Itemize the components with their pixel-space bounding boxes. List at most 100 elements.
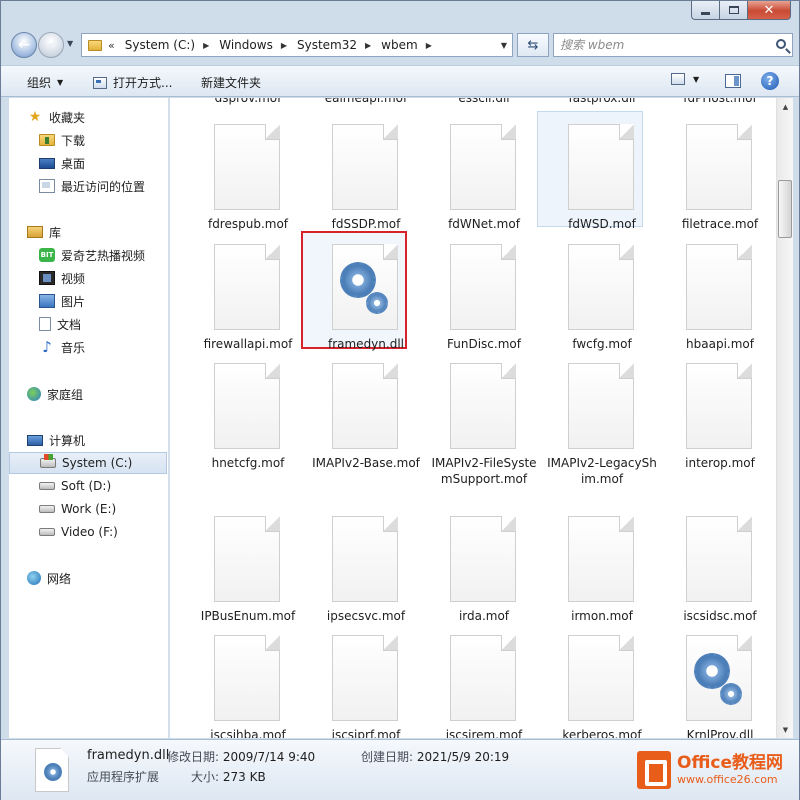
nav-drive-f[interactable]: Video (F:) (9, 521, 167, 543)
page-fold (383, 516, 398, 532)
file-name: framedyn.dll (327, 337, 404, 351)
breadcrumb-arrow-icon[interactable]: ▶ (203, 41, 209, 50)
nav-network[interactable]: 网络 (9, 567, 167, 589)
breadcrumb-system32[interactable]: System32 ▶ (297, 38, 371, 52)
vertical-scrollbar[interactable]: ▲ ▼ (776, 98, 793, 738)
breadcrumb-windows[interactable]: Windows ▶ (219, 38, 287, 52)
search-box[interactable] (553, 33, 793, 57)
file-item[interactable]: IMAPIv2-Base.mof (310, 355, 422, 471)
scroll-thumb[interactable] (778, 180, 792, 238)
file-item[interactable]: IPBusEnum.mof (192, 508, 304, 624)
file-item[interactable]: iscsirem.mof (428, 627, 540, 738)
recent-pages-dropdown[interactable]: ▼ (67, 39, 73, 48)
watermark: Office教程网 www.office26.com (637, 747, 797, 793)
page-fold (383, 244, 398, 260)
nav-libraries[interactable]: 库 (9, 221, 167, 243)
nav-drive-c[interactable]: System (C:) (9, 452, 167, 474)
file-name[interactable]: fdPHost.mof (664, 98, 776, 105)
breadcrumb-arrow-icon[interactable]: ▶ (426, 41, 432, 50)
nav-desktop[interactable]: 桌面 (9, 152, 167, 174)
file-item[interactable]: fdSSDP.mof (310, 116, 422, 232)
file-name: fwcfg.mof (572, 337, 632, 351)
breadcrumb-wbem[interactable]: wbem ▶ (381, 38, 432, 52)
file-item[interactable]: filetrace.mof (664, 116, 776, 232)
file-item[interactable]: framedyn.dll (310, 236, 422, 352)
address-bar[interactable]: « System (C:) ▶ Windows ▶ System32 ▶ wbem ▶ … (81, 33, 513, 57)
file-item[interactable]: firewallapi.mof (192, 236, 304, 352)
open-with-button[interactable]: 打开方式... (93, 74, 172, 91)
file-item[interactable]: fdrespub.mof (192, 116, 304, 232)
maximize-button[interactable] (719, 1, 747, 20)
desktop-icon (39, 157, 55, 169)
breadcrumb-overflow[interactable]: « (108, 39, 115, 52)
file-name: interop.mof (685, 456, 755, 470)
back-button[interactable]: ← (11, 32, 37, 58)
close-icon: ✕ (763, 2, 775, 18)
file-item[interactable]: FunDisc.mof (428, 236, 540, 352)
file-item[interactable]: hnetcfg.mof (192, 355, 304, 471)
details-created: 创建日期: 2021/5/9 20:19 (361, 750, 510, 764)
nav-documents[interactable]: 文档 (9, 313, 167, 335)
file-item[interactable]: fwcfg.mof (546, 236, 658, 352)
file-name: fdWSD.mof (568, 217, 636, 231)
nav-favorites[interactable]: ★ 收藏夹 (9, 106, 167, 128)
file-item[interactable]: KrnlProv.dll (664, 627, 776, 738)
file-item[interactable]: irda.mof (428, 508, 540, 624)
breadcrumb-system-c[interactable]: System (C:) ▶ (125, 38, 210, 52)
address-dropdown-icon[interactable]: ▼ (496, 34, 512, 56)
computer-icon (27, 434, 43, 446)
nav-homegroup[interactable]: 家庭组 (9, 383, 167, 405)
preview-pane-icon[interactable] (725, 74, 741, 88)
details-modified: 修改日期: 2009/7/14 9:40 (167, 750, 316, 764)
file-item[interactable]: kerberos.mof (546, 627, 658, 738)
file-item[interactable]: iscsiprf.mof (310, 627, 422, 738)
file-name[interactable]: esscli.dll (428, 98, 540, 105)
help-icon[interactable]: ? (761, 72, 779, 90)
pictures-library-icon (39, 294, 55, 308)
file-item[interactable]: fdWSD.mof (546, 116, 658, 232)
file-item[interactable]: IMAPIv2-LegacyShim.mof (546, 355, 658, 486)
minimize-button[interactable] (691, 1, 719, 20)
change-view-button[interactable]: ▼ (671, 73, 699, 85)
file-name[interactable]: dsprov.mof (192, 98, 304, 105)
file-name: hbaapi.mof (686, 337, 754, 351)
nav-videos[interactable]: 视频 (9, 267, 167, 289)
nav-pictures[interactable]: 图片 (9, 290, 167, 312)
file-name[interactable]: eaimeapi.mof (310, 98, 422, 105)
documents-library-icon (39, 317, 51, 331)
scroll-up-icon[interactable]: ▲ (777, 98, 794, 115)
nav-recent-places[interactable]: 最近访问的位置 (9, 175, 167, 197)
drive-icon (39, 505, 55, 513)
forward-button[interactable]: → (38, 32, 64, 58)
nav-drive-e[interactable]: Work (E:) (9, 498, 167, 520)
file-item[interactable]: iscsidsc.mof (664, 508, 776, 624)
file-name[interactable]: fastprox.dll (546, 98, 658, 105)
nav-music[interactable]: ♪ 音乐 (9, 336, 167, 358)
homegroup-icon (27, 387, 41, 401)
refresh-button[interactable]: ⇆ (517, 33, 549, 57)
file-item[interactable]: irmon.mof (546, 508, 658, 624)
page-fold (737, 124, 752, 140)
page-fold (265, 516, 280, 532)
breadcrumb-arrow-icon[interactable]: ▶ (365, 41, 371, 50)
file-item[interactable]: IMAPIv2-FileSystemSupport.mof (428, 355, 540, 486)
organize-button[interactable]: 组织 ▼ (27, 74, 63, 91)
nav-computer[interactable]: 计算机 (9, 429, 167, 451)
close-button[interactable]: ✕ (747, 1, 791, 20)
file-item[interactable]: ipsecsvc.mof (310, 508, 422, 624)
file-item[interactable]: iscsihba.mof (192, 627, 304, 738)
file-item[interactable]: interop.mof (664, 355, 776, 471)
details-size: 大小: 273 KB (191, 770, 266, 784)
nav-iqiyi[interactable]: BIT 爱奇艺热播视频 (9, 244, 167, 266)
page-fold (619, 363, 634, 379)
new-folder-button[interactable]: 新建文件夹 (201, 74, 261, 91)
nav-drive-d[interactable]: Soft (D:) (9, 475, 167, 497)
breadcrumb-arrow-icon[interactable]: ▶ (281, 41, 287, 50)
details-file-name: framedyn.dll (87, 748, 170, 763)
scroll-down-icon[interactable]: ▼ (777, 721, 794, 738)
file-item[interactable]: fdWNet.mof (428, 116, 540, 232)
search-input[interactable] (560, 38, 768, 52)
search-icon[interactable] (776, 39, 786, 49)
file-item[interactable]: hbaapi.mof (664, 236, 776, 352)
nav-downloads[interactable]: 下载 (9, 129, 167, 151)
